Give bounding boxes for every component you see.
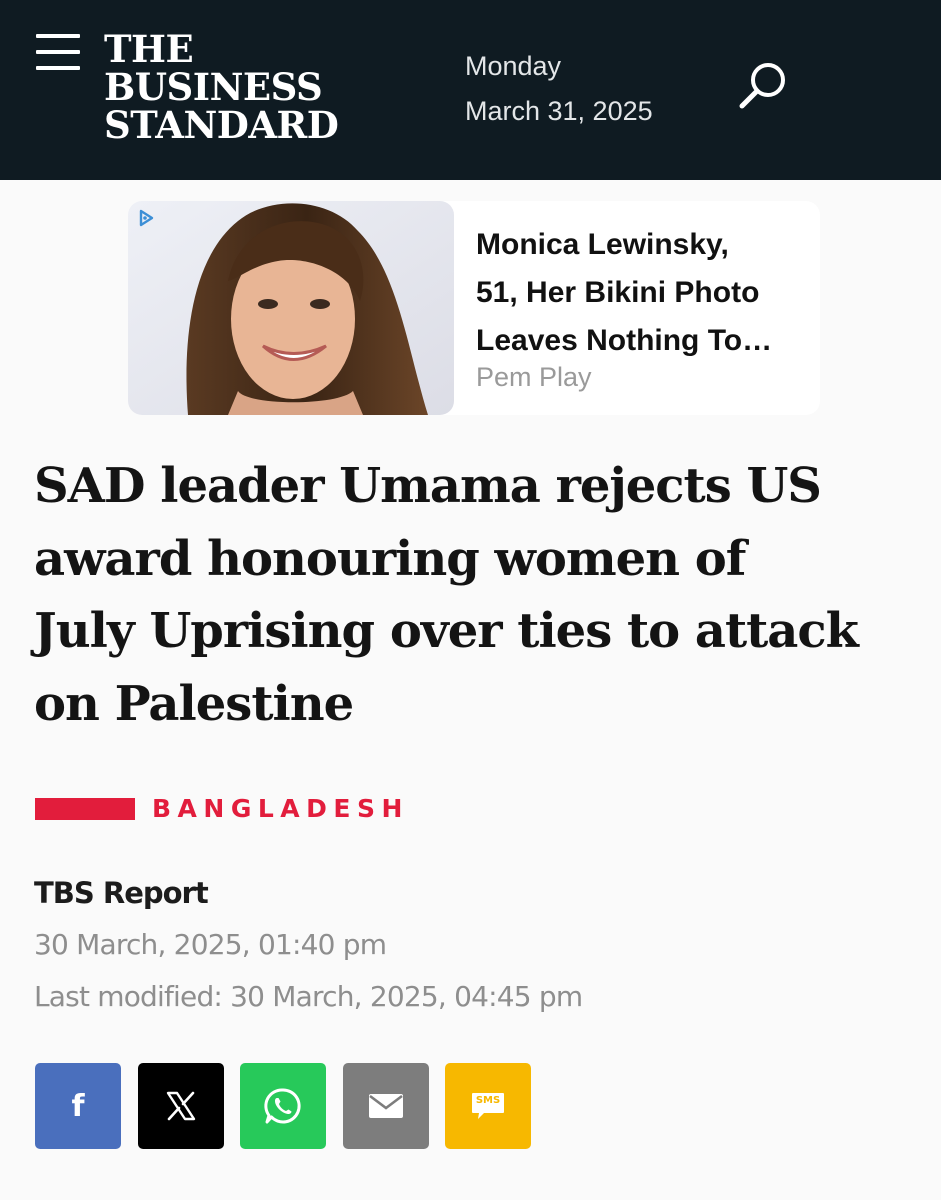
ad-headline[interactable]: Monica Lewinsky, 51, Her Bikini Photo Le… [476,221,816,365]
site-header: THE BUSINESS STANDARD Monday March 31, 2… [0,0,941,180]
menu-icon[interactable] [36,34,80,70]
sms-share-button[interactable]: SMS [445,1063,531,1149]
headline-line: July Uprising over ties to attack [34,603,859,659]
ad-headline-line: 51, Her Bikini Photo [476,276,760,309]
headline-line: award honouring women of [34,530,746,587]
facebook-icon: f [71,1088,85,1124]
category-bar [35,798,135,820]
adchoices-icon[interactable] [136,208,156,228]
logo-line-2: BUSINESS [104,65,323,109]
headline-line: SAD leader Umama rejects US [34,458,822,514]
whatsapp-share-button[interactable] [240,1063,326,1149]
logo-line-1: THE [104,27,194,71]
sms-icon: SMS [470,1091,506,1121]
ad-headline-line: Monica Lewinsky, [476,228,729,261]
modified-date: Last modified: 30 March, 2025, 04:45 pm [34,980,583,1013]
article-headline: SAD leader Umama rejects US award honour… [34,450,924,740]
email-share-button[interactable] [343,1063,429,1149]
current-date: Monday March 31, 2025 [465,44,653,134]
email-icon [369,1094,403,1118]
current-date-text: March 31, 2025 [465,96,653,126]
search-icon[interactable] [734,56,792,114]
ad-image[interactable] [128,201,454,415]
logo-line-3: STANDARD [104,103,339,147]
ad-headline-line: Leaves Nothing To… [476,324,773,357]
author-name[interactable]: TBS Report [34,876,209,910]
facebook-share-button[interactable]: f [35,1063,121,1149]
ad-source[interactable]: Pem Play [476,362,592,393]
x-icon [166,1091,196,1121]
sms-label: SMS [475,1095,501,1106]
headline-line: on Palestine [34,675,354,732]
current-day: Monday [465,51,562,81]
published-date: 30 March, 2025, 01:40 pm [34,928,387,961]
category-link[interactable]: BANGLADESH [152,792,409,826]
site-logo[interactable]: THE BUSINESS STANDARD [104,27,339,147]
x-share-button[interactable] [138,1063,224,1149]
whatsapp-icon [264,1088,301,1124]
